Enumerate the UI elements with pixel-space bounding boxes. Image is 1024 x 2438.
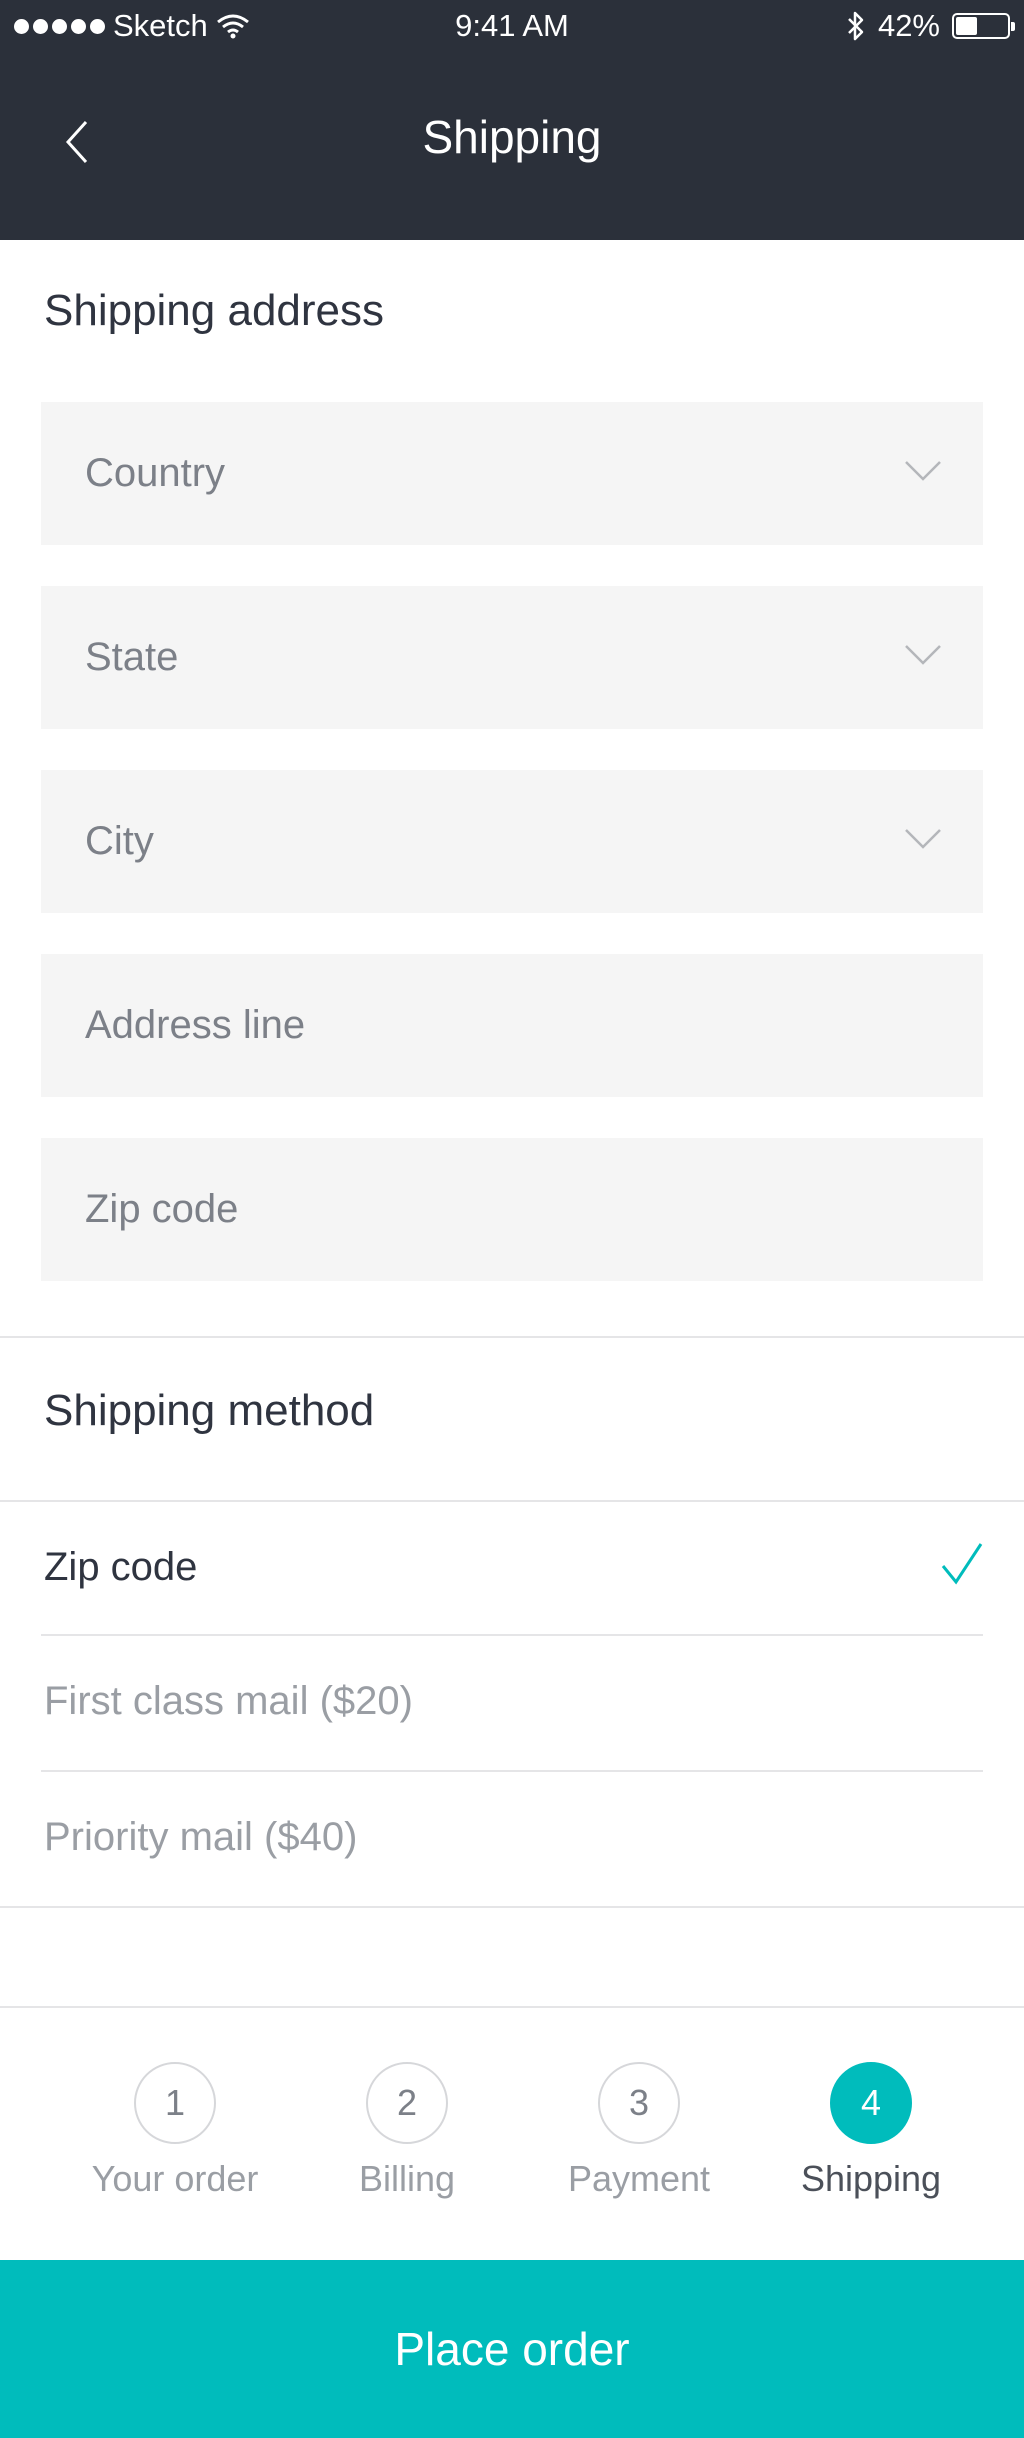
section-divider bbox=[0, 1336, 1024, 1338]
shipping-option-label: Priority mail ($40) bbox=[44, 1814, 358, 1859]
address-line-input[interactable] bbox=[41, 954, 983, 1097]
place-order-button[interactable]: Place order bbox=[0, 2260, 1024, 2438]
step-label: Your order bbox=[91, 2158, 259, 2199]
stepper-divider bbox=[0, 2006, 1024, 2008]
section-divider bbox=[0, 1906, 1024, 1908]
state-input[interactable] bbox=[41, 586, 983, 729]
battery-fill bbox=[956, 17, 977, 35]
step-number: 1 bbox=[134, 2062, 216, 2144]
checkout-stepper: 1 Your order 2 Billing 3 Payment 4 Shipp… bbox=[0, 2062, 1024, 2199]
battery-percent: 42% bbox=[877, 8, 940, 43]
status-bar: Sketch 9:41 AM 42% bbox=[0, 0, 1024, 52]
shipping-address-title: Shipping address bbox=[44, 286, 385, 335]
city-input[interactable] bbox=[41, 770, 983, 913]
shipping-option-label: Zip code bbox=[44, 1544, 198, 1589]
country-input[interactable] bbox=[41, 402, 983, 545]
address-line-field[interactable] bbox=[41, 954, 983, 1097]
chevron-down-icon bbox=[905, 461, 941, 481]
step-number: 4 bbox=[830, 2062, 912, 2144]
step-number: 3 bbox=[598, 2062, 680, 2144]
step-payment[interactable]: 3 Payment bbox=[539, 2062, 739, 2200]
zip-code-input[interactable] bbox=[41, 1138, 983, 1281]
step-your-order[interactable]: 1 Your order bbox=[75, 2062, 275, 2200]
shipping-option-label: First class mail ($20) bbox=[44, 1678, 413, 1723]
page-title: Shipping bbox=[422, 111, 602, 163]
step-label: Billing bbox=[358, 2158, 456, 2199]
shipping-method-title: Shipping method bbox=[44, 1386, 375, 1435]
status-right: 42% bbox=[846, 8, 1015, 44]
step-shipping[interactable]: 4 Shipping bbox=[771, 2062, 971, 2200]
option-divider bbox=[41, 1770, 983, 1772]
shipping-option-zip-code[interactable]: Zip code bbox=[44, 1512, 984, 1622]
step-number: 2 bbox=[366, 2062, 448, 2144]
chevron-down-icon bbox=[905, 829, 941, 849]
chevron-down-icon bbox=[905, 645, 941, 665]
step-label: Payment bbox=[567, 2158, 711, 2199]
bluetooth-icon bbox=[848, 11, 864, 41]
option-divider bbox=[41, 1634, 983, 1636]
shipping-option-priority[interactable]: Priority mail ($40) bbox=[44, 1782, 984, 1892]
step-label: Shipping bbox=[800, 2158, 942, 2199]
city-dropdown[interactable] bbox=[41, 770, 983, 913]
step-billing[interactable]: 2 Billing bbox=[307, 2062, 507, 2200]
section-divider bbox=[0, 1500, 1024, 1502]
country-dropdown[interactable] bbox=[41, 402, 983, 545]
zip-code-field[interactable] bbox=[41, 1138, 983, 1281]
checkmark-icon bbox=[941, 1543, 983, 1585]
top-bar: Sketch 9:41 AM 42% Shipping bbox=[0, 0, 1024, 240]
state-dropdown[interactable] bbox=[41, 586, 983, 729]
shipping-option-first-class[interactable]: First class mail ($20) bbox=[44, 1646, 984, 1756]
battery-icon bbox=[952, 13, 1015, 39]
